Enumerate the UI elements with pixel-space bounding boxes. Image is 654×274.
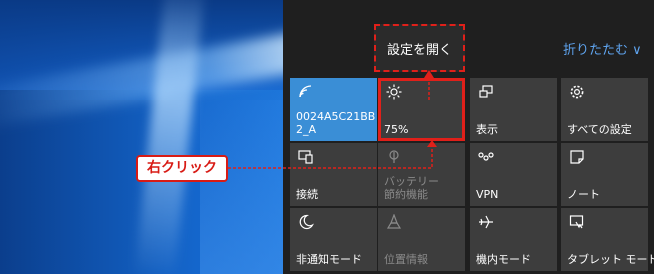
battery-saver-icon [386, 149, 402, 165]
tile-label: すべての設定 [567, 123, 632, 136]
note-icon [569, 149, 585, 165]
tile-label: 表示 [476, 123, 498, 136]
tile-label: 接続 [296, 188, 318, 201]
tile-label: 位置情報 [384, 253, 428, 266]
quick-action-connect[interactable]: 接続 [290, 143, 377, 206]
airplane-icon [478, 214, 494, 230]
moon-icon [298, 214, 314, 230]
quick-action-note[interactable]: ノート [561, 143, 648, 206]
right-click-label: 右クリック [147, 160, 217, 176]
tile-label: 75% [384, 123, 409, 136]
quick-action-project[interactable]: 表示 [470, 78, 557, 141]
project-icon [478, 84, 494, 100]
open-settings-popup[interactable]: 設定を開く [374, 24, 465, 72]
quick-action-vpn[interactable]: VPN [470, 143, 557, 206]
quick-action-quiet-hours[interactable]: 非通知モード [290, 208, 377, 271]
tile-label: 非通知モード [296, 253, 362, 266]
tile-label: タブレット モード [567, 253, 654, 266]
wifi-icon [298, 84, 314, 100]
tile-label: バッテリー 節約機能 [384, 175, 439, 201]
tile-label: VPN [476, 188, 499, 201]
quick-action-brightness[interactable]: 75% [378, 78, 465, 141]
quick-action-all-settings[interactable]: すべての設定 [561, 78, 648, 141]
collapse-link[interactable]: 折りたたむ ∨ [563, 39, 642, 58]
open-settings-label: 設定を開く [386, 43, 452, 58]
tile-label: ノート [567, 188, 600, 201]
tile-label: 機内モード [476, 253, 531, 266]
quick-action-tablet-mode[interactable]: タブレット モード [561, 208, 654, 271]
desktop-wallpaper [0, 0, 283, 274]
quick-action-wifi[interactable]: 0024A5C21BB 2_A [290, 78, 377, 141]
location-icon [386, 213, 402, 230]
quick-action-location[interactable]: 位置情報 [378, 208, 465, 271]
brightness-icon [386, 84, 402, 100]
vpn-icon [478, 149, 494, 165]
quick-action-airplane-mode[interactable]: 機内モード [470, 208, 557, 271]
quick-action-battery-saver[interactable]: バッテリー 節約機能 [378, 143, 465, 206]
connect-icon [298, 149, 314, 165]
tablet-mode-icon [569, 214, 585, 230]
tile-label: 0024A5C21BB 2_A [296, 110, 376, 136]
right-click-callout: 右クリック [136, 155, 228, 182]
gear-icon [569, 84, 585, 100]
